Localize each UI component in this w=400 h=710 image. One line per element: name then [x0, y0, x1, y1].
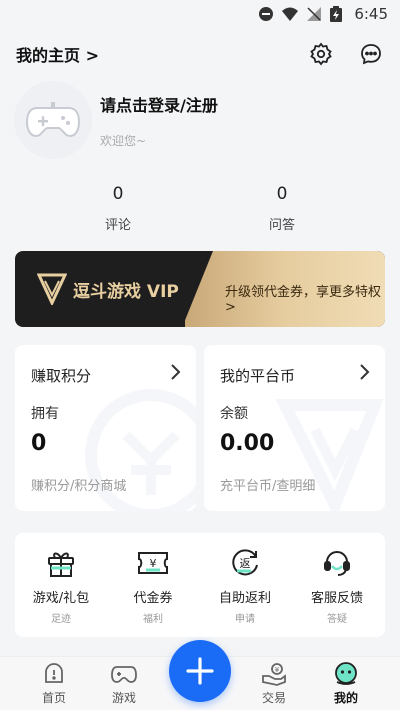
gamepad-avatar-icon [25, 102, 81, 138]
no-signal-icon [306, 6, 322, 22]
status-bar: 6:45 [0, 0, 400, 28]
coins-balance-label: 余额 [220, 406, 248, 422]
tab-home[interactable]: 首页 [24, 661, 84, 706]
status-time: 6:45 [354, 5, 388, 23]
points-owned-label: 拥有 [31, 406, 59, 422]
qa-label: 问答 [268, 218, 295, 233]
vip-title: 逗斗游戏 VIP [73, 282, 179, 302]
homepage-link[interactable]: 我的主页 > [16, 42, 99, 66]
customer-service-icon [291, 547, 383, 579]
tab-label: 游戏 [111, 691, 136, 705]
svg-text:¥: ¥ [150, 557, 157, 570]
avatar[interactable] [14, 81, 92, 159]
trade-icon: ¥ [244, 661, 304, 687]
rebate-badge-text: 返 [240, 557, 251, 570]
tool-sub: 福利 [143, 614, 163, 625]
tab-label: 交易 [261, 691, 286, 705]
tool-name: 客服反馈 [310, 591, 363, 606]
tools-panel: 游戏/礼包 足迹 ¥ 代金券 福利 返 自助返利 申请 客服反馈 答疑 [15, 533, 385, 637]
tool-name: 自助返利 [218, 591, 271, 606]
gift-icon [15, 547, 107, 579]
points-title: 赚取积分 [31, 367, 92, 385]
tool-sub: 申请 [235, 614, 255, 625]
tab-trade[interactable]: ¥ 交易 [244, 661, 304, 706]
qa-count: 0 [276, 184, 288, 204]
wifi-icon [282, 6, 299, 22]
comments-count: 0 [112, 184, 124, 204]
tool-voucher[interactable]: ¥ 代金券 福利 [107, 547, 199, 625]
tab-label: 首页 [41, 691, 66, 705]
tool-self-rebate[interactable]: 返 自助返利 申请 [199, 547, 291, 625]
voucher-icon: ¥ [107, 547, 199, 579]
tool-customer-service[interactable]: 客服反馈 答疑 [291, 547, 383, 625]
message-icon[interactable] [358, 41, 384, 67]
login-register-link[interactable]: 请点击登录/注册 [100, 92, 218, 116]
vip-upgrade-link[interactable]: 升级领代金券，享更多特权> [225, 281, 385, 315]
me-icon [316, 661, 376, 687]
tab-label: 我的 [333, 691, 358, 705]
tool-sub: 答疑 [327, 614, 347, 625]
settings-gear-icon[interactable] [308, 41, 334, 67]
stats-row: 0 评论 0 问答 [0, 184, 400, 240]
points-card[interactable]: 赚取积分 拥有 0 赚积分/积分商城 [15, 345, 196, 511]
gamepad-icon [94, 661, 154, 687]
tab-games[interactable]: 游戏 [94, 661, 154, 706]
qa-stat[interactable]: 0 问答 [242, 184, 322, 233]
points-chevron-right-icon[interactable] [170, 363, 182, 385]
tool-name: 游戏/礼包 [32, 591, 90, 606]
do-not-disturb-icon [258, 6, 274, 22]
tool-game-gift[interactable]: 游戏/礼包 足迹 [15, 547, 107, 625]
coins-card[interactable]: 我的平台币 余额 0.00 充平台币/查明细 [204, 345, 385, 511]
profile-section[interactable]: 请点击登录/注册 欢迎您~ [14, 80, 386, 160]
points-links[interactable]: 赚积分/积分商城 [31, 475, 126, 494]
home-icon [24, 661, 84, 687]
welcome-text: 欢迎您~ [100, 133, 147, 148]
page-header: 我的主页 > [0, 36, 400, 72]
points-value: 0 [31, 431, 47, 456]
coins-value: 0.00 [220, 431, 275, 456]
svg-text:¥: ¥ [275, 666, 280, 674]
coins-title: 我的平台币 [220, 367, 296, 385]
comments-label: 评论 [104, 218, 131, 233]
vip-diamond-icon [37, 273, 67, 305]
tool-name: 代金券 [133, 591, 173, 606]
battery-charging-icon [330, 6, 346, 22]
comments-stat[interactable]: 0 评论 [78, 184, 158, 233]
plus-icon [186, 657, 214, 685]
tool-sub: 足迹 [51, 614, 71, 625]
tab-me[interactable]: 我的 [316, 661, 376, 706]
coins-chevron-right-icon[interactable] [359, 363, 371, 385]
vip-banner[interactable]: 逗斗游戏 VIP 升级领代金券，享更多特权> [15, 251, 385, 327]
coins-links[interactable]: 充平台币/查明细 [220, 475, 315, 494]
publish-plus-button[interactable] [169, 640, 231, 702]
rebate-icon: 返 [199, 547, 291, 579]
